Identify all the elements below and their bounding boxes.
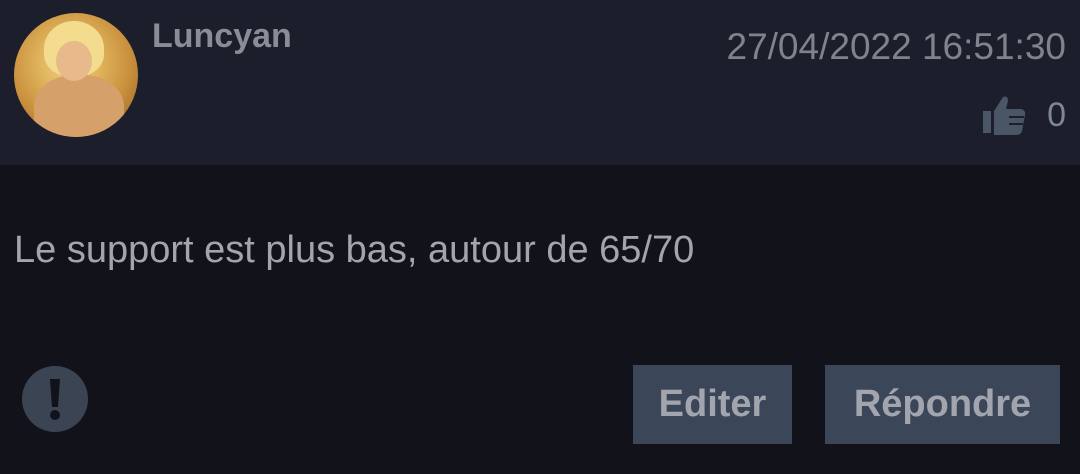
edit-button[interactable]: Editer xyxy=(633,365,792,444)
post-header: Luncyan 27/04/2022 16:51:30 0 xyxy=(0,0,1080,165)
avatar-figure-body xyxy=(34,75,124,137)
post-timestamp: 27/04/2022 16:51:30 xyxy=(726,26,1067,67)
avatar[interactable] xyxy=(14,13,138,137)
reply-button[interactable]: Répondre xyxy=(825,365,1060,444)
avatar-figure-face xyxy=(56,41,92,81)
exclamation-icon xyxy=(50,379,60,420)
like-count: 0 xyxy=(1047,96,1066,134)
like-counter[interactable]: 0 xyxy=(981,90,1066,140)
thumbs-up-icon[interactable] xyxy=(981,93,1027,137)
author-name[interactable]: Luncyan xyxy=(152,16,292,56)
report-button[interactable] xyxy=(22,366,88,432)
post-message: Le support est plus bas, autour de 65/70 xyxy=(14,229,695,271)
